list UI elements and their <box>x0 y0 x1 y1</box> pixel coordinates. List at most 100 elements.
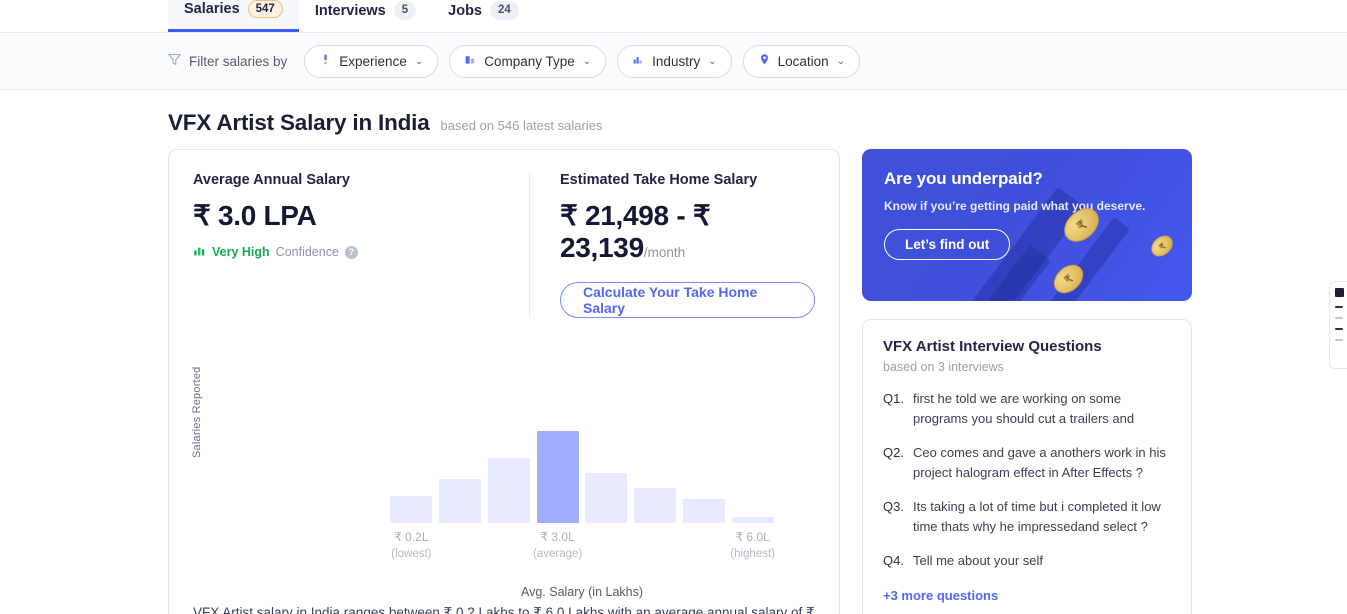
chart-bar-slot <box>533 418 582 523</box>
tab-salaries-label: Salaries <box>184 1 240 17</box>
chart-x-tick-note: (average) <box>513 546 603 563</box>
more-questions-link[interactable]: +3 more questions <box>883 588 1171 603</box>
interview-question-row: Q4. Tell me about your self <box>883 551 1171 571</box>
takehome-salary-block: Estimated Take Home Salary ₹ 21,498 - ₹ … <box>529 172 815 318</box>
chart-bar <box>634 488 676 523</box>
bar-chart-green-icon <box>193 244 206 260</box>
widget-line <box>1335 317 1343 319</box>
question-number: Q4. <box>883 551 904 571</box>
filter-funnel-icon <box>168 53 181 69</box>
filter-pill-experience-label: Experience <box>339 54 407 69</box>
promo-title: Are you underpaid? <box>884 169 1192 189</box>
filter-label: Filter salaries by <box>168 53 287 69</box>
chart-x-tick: ₹ 6.0L(highest) <box>708 529 798 563</box>
promo-text: Know if you’re getting paid what you des… <box>884 197 1192 216</box>
chart-bar-slot <box>387 418 436 523</box>
question-text: Tell me about your self <box>913 551 1043 571</box>
chart-bar-slot <box>582 418 631 523</box>
interview-question-list: Q1. first he told we are working on some … <box>883 389 1171 571</box>
experience-icon <box>319 53 332 69</box>
underpaid-promo-banner[interactable]: ₹ ₹ ₹ Are you underpaid? Know if you’re … <box>862 149 1192 301</box>
promo-body: Are you underpaid? Know if you’re gettin… <box>862 149 1192 260</box>
filter-pill-industry-label: Industry <box>652 54 700 69</box>
chart-x-tick-value: ₹ 3.0L <box>513 529 603 546</box>
page-subtitle: based on 546 latest salaries <box>441 118 603 133</box>
salary-distribution-chart: Salaries Reported ₹ 0.2L(lowest)₹ 3.0L(a… <box>169 348 839 523</box>
filter-pill-experience[interactable]: Experience ⌄ <box>304 45 438 78</box>
tab-jobs-label: Jobs <box>448 3 482 19</box>
chart-bar-slot <box>728 418 777 523</box>
question-number: Q1. <box>883 389 904 428</box>
salary-card: Average Annual Salary ₹ 3.0 LPA Very Hig… <box>168 149 840 614</box>
tab-salaries[interactable]: Salaries 547 <box>168 0 299 32</box>
tab-salaries-count: 547 <box>248 0 283 18</box>
average-salary-block: Average Annual Salary ₹ 3.0 LPA Very Hig… <box>193 172 529 318</box>
chart-bar <box>537 431 579 523</box>
interview-question-row: Q2. Ceo comes and gave a anothers work in… <box>883 443 1171 482</box>
filter-label-text: Filter salaries by <box>189 54 287 69</box>
question-number: Q3. <box>883 497 904 536</box>
chart-x-tick-value: ₹ 0.2L <box>366 529 456 546</box>
chart-bar <box>683 499 725 523</box>
question-text: first he told we are working on some pro… <box>913 389 1171 428</box>
help-icon[interactable]: ? <box>345 246 358 259</box>
question-number: Q2. <box>883 443 904 482</box>
tab-bar: Salaries 547 Interviews 5 Jobs 24 <box>0 0 1347 33</box>
chart-bar <box>390 496 432 523</box>
question-text: Its taking a lot of time but i completed… <box>913 497 1171 536</box>
lets-find-out-button[interactable]: Let’s find out <box>884 229 1010 260</box>
filter-pill-company-type-label: Company Type <box>484 54 575 69</box>
tab-jobs[interactable]: Jobs 24 <box>432 0 535 32</box>
floating-side-widget[interactable] <box>1329 281 1347 369</box>
chart-bar-slot <box>631 418 680 523</box>
confidence-badge: Very High Confidence ? <box>193 244 529 260</box>
chart-x-tick-note: (lowest) <box>366 546 456 563</box>
chart-x-tick-value: ₹ 6.0L <box>708 529 798 546</box>
interview-questions-title: VFX Artist Interview Questions <box>883 338 1171 355</box>
chart-bars <box>387 418 777 523</box>
page-title: VFX Artist Salary in India <box>168 110 430 136</box>
average-salary-heading: Average Annual Salary <box>193 172 529 188</box>
question-text: Ceo comes and gave a anothers work in hi… <box>913 443 1171 482</box>
calculate-take-home-salary-button[interactable]: Calculate Your Take Home Salary <box>560 282 815 318</box>
takehome-salary-heading: Estimated Take Home Salary <box>560 172 815 188</box>
average-salary-amount: ₹ 3.0 LPA <box>193 199 529 232</box>
company-type-icon <box>464 53 477 69</box>
chart-x-tick-note: (highest) <box>708 546 798 563</box>
interview-based-on: based on 3 interviews <box>883 360 1171 374</box>
tab-interviews-label: Interviews <box>315 3 386 19</box>
takehome-salary-unit: /month <box>644 245 685 260</box>
filter-pill-location-label: Location <box>778 54 829 69</box>
chart-bar-slot <box>680 418 729 523</box>
filter-bar: Filter salaries by Experience ⌄ Company … <box>0 33 1347 90</box>
chevron-down-icon: ⌄ <box>837 56 845 67</box>
widget-line <box>1335 306 1343 308</box>
chart-bar <box>488 458 530 523</box>
chevron-down-icon: ⌄ <box>415 56 423 67</box>
chart-bar-slot <box>485 418 534 523</box>
right-column: ₹ ₹ ₹ Are you underpaid? Know if you’re … <box>862 149 1192 614</box>
chevron-down-icon: ⌄ <box>708 56 716 67</box>
tab-interviews-count: 5 <box>394 1 416 20</box>
location-pin-icon <box>758 53 771 69</box>
chart-x-axis-label: Avg. Salary (in Lakhs) <box>387 585 777 599</box>
chart-bar-slot <box>436 418 485 523</box>
filter-pill-industry[interactable]: Industry ⌄ <box>617 45 731 78</box>
confidence-word: Confidence <box>276 245 339 259</box>
chart-y-axis-label: Salaries Reported <box>191 348 203 458</box>
filter-pill-company-type[interactable]: Company Type ⌄ <box>449 45 606 78</box>
chart-x-tick: ₹ 0.2L(lowest) <box>366 529 456 563</box>
chart-bar <box>732 517 774 523</box>
chart-bar <box>439 479 481 523</box>
salary-description: VFX Artist salary in India ranges betwee… <box>193 601 815 614</box>
interview-questions-card: VFX Artist Interview Questions based on … <box>862 319 1192 614</box>
page-title-row: VFX Artist Salary in India based on 546 … <box>0 90 1347 136</box>
widget-icon <box>1335 288 1344 297</box>
tab-interviews[interactable]: Interviews 5 <box>299 0 432 32</box>
widget-line <box>1335 328 1343 330</box>
filter-pill-location[interactable]: Location ⌄ <box>743 45 860 78</box>
interview-question-row: Q3. Its taking a lot of time but i comple… <box>883 497 1171 536</box>
chart-bar <box>585 473 627 523</box>
takehome-salary-range: ₹ 21,498 - ₹ 23,139 <box>560 200 710 263</box>
industry-icon <box>632 53 645 69</box>
